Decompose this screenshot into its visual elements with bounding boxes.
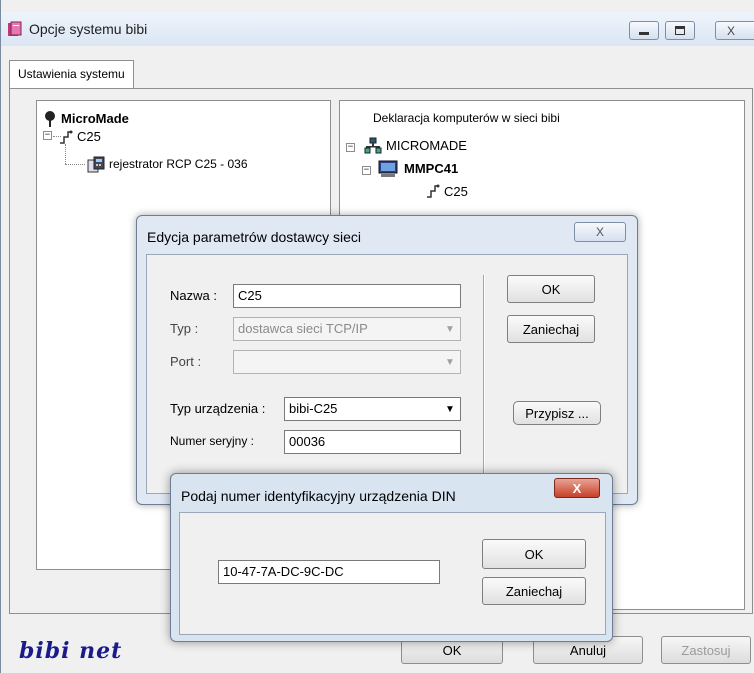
type-value: dostawca sieci TCP/IP [238, 321, 368, 336]
divider [483, 275, 485, 485]
expander-micromade[interactable]: − [346, 143, 355, 152]
serial-field[interactable]: 00036 [284, 430, 461, 454]
tree-item-provider-c25[interactable]: C25 [444, 184, 468, 199]
dialog-ok-button[interactable]: OK [507, 275, 595, 303]
din-dialog-title: Podaj numer identyfikacyjny urządzenia D… [181, 488, 456, 504]
network-icon [364, 137, 382, 154]
minimize-button[interactable] [629, 21, 659, 40]
close-icon: X [572, 480, 582, 496]
chevron-down-icon: ▼ [445, 356, 455, 368]
assign-button[interactable]: Przypisz ... [513, 401, 601, 425]
close-icon: X [726, 23, 735, 38]
name-field[interactable]: C25 [233, 284, 461, 308]
tree-header: Deklaracja komputerów w sieci bibi [373, 111, 560, 125]
connector-icon [60, 130, 73, 144]
connector-icon [427, 184, 440, 198]
dialog-close-button[interactable]: X [574, 222, 626, 242]
computer-icon [378, 160, 398, 177]
minimize-icon [639, 32, 649, 35]
tree-item-mmpc41[interactable]: MMPC41 [404, 161, 458, 176]
expander-c25[interactable]: − [43, 131, 52, 140]
din-ok-button[interactable]: OK [482, 539, 586, 569]
device-type-label: Typ urządzenia : [170, 401, 266, 416]
provider-edit-dialog: Edycja parametrów dostawcy sieci X Nazwa… [136, 215, 638, 505]
chevron-down-icon: ▼ [445, 403, 455, 415]
din-dialog-close-button[interactable]: X [554, 478, 600, 498]
app-book-icon [8, 21, 22, 36]
apply-button[interactable]: Zastosuj [661, 636, 751, 664]
title-bar[interactable]: Opcje systemu bibi X [1, 12, 754, 46]
type-label: Typ : [170, 321, 199, 336]
tree-item-micromade[interactable]: MICROMADE [386, 138, 467, 153]
din-cancel-button[interactable]: Zaniechaj [482, 577, 586, 605]
port-label: Port : [170, 354, 202, 369]
tree-root-micromade[interactable]: MicroMade [61, 111, 129, 126]
bibi-net-logo: bibi net [19, 638, 123, 664]
tree-connector [65, 144, 66, 164]
microphone-pin-icon [45, 111, 55, 127]
name-label: Nazwa : [170, 288, 217, 303]
device-type-select[interactable]: bibi-C25 ▼ [284, 397, 461, 421]
din-input[interactable]: 10-47-7A-DC-9C-DC [218, 560, 440, 584]
dialog-title: Edycja parametrów dostawcy sieci [147, 229, 361, 245]
device-type-value: bibi-C25 [289, 401, 338, 416]
dialog-cancel-button[interactable]: Zaniechaj [507, 315, 595, 343]
close-button[interactable]: X [715, 21, 754, 40]
din-id-dialog: Podaj numer identyfikacyjny urządzenia D… [170, 473, 613, 642]
tree-item-recorder[interactable]: rejestrator RCP C25 - 036 [109, 157, 248, 171]
serial-label: Numer seryjny : [170, 434, 255, 448]
maximize-icon [675, 26, 685, 35]
tree-connector [65, 164, 85, 165]
din-dialog-body: 10-47-7A-DC-9C-DC OK Zaniechaj [179, 512, 606, 635]
window-title: Opcje systemu bibi [29, 21, 148, 37]
dialog-body: Nazwa : C25 Typ : dostawca sieci TCP/IP … [146, 254, 628, 494]
chevron-down-icon: ▼ [445, 323, 455, 335]
maximize-button[interactable] [665, 21, 695, 40]
type-select[interactable]: dostawca sieci TCP/IP ▼ [233, 317, 461, 341]
tab-ustawienia-systemu[interactable]: Ustawienia systemu [9, 60, 134, 88]
tree-item-c25[interactable]: C25 [77, 129, 101, 144]
recorder-device-icon [87, 156, 105, 173]
port-select[interactable]: ▼ [233, 350, 461, 374]
expander-mmpc41[interactable]: − [362, 166, 371, 175]
